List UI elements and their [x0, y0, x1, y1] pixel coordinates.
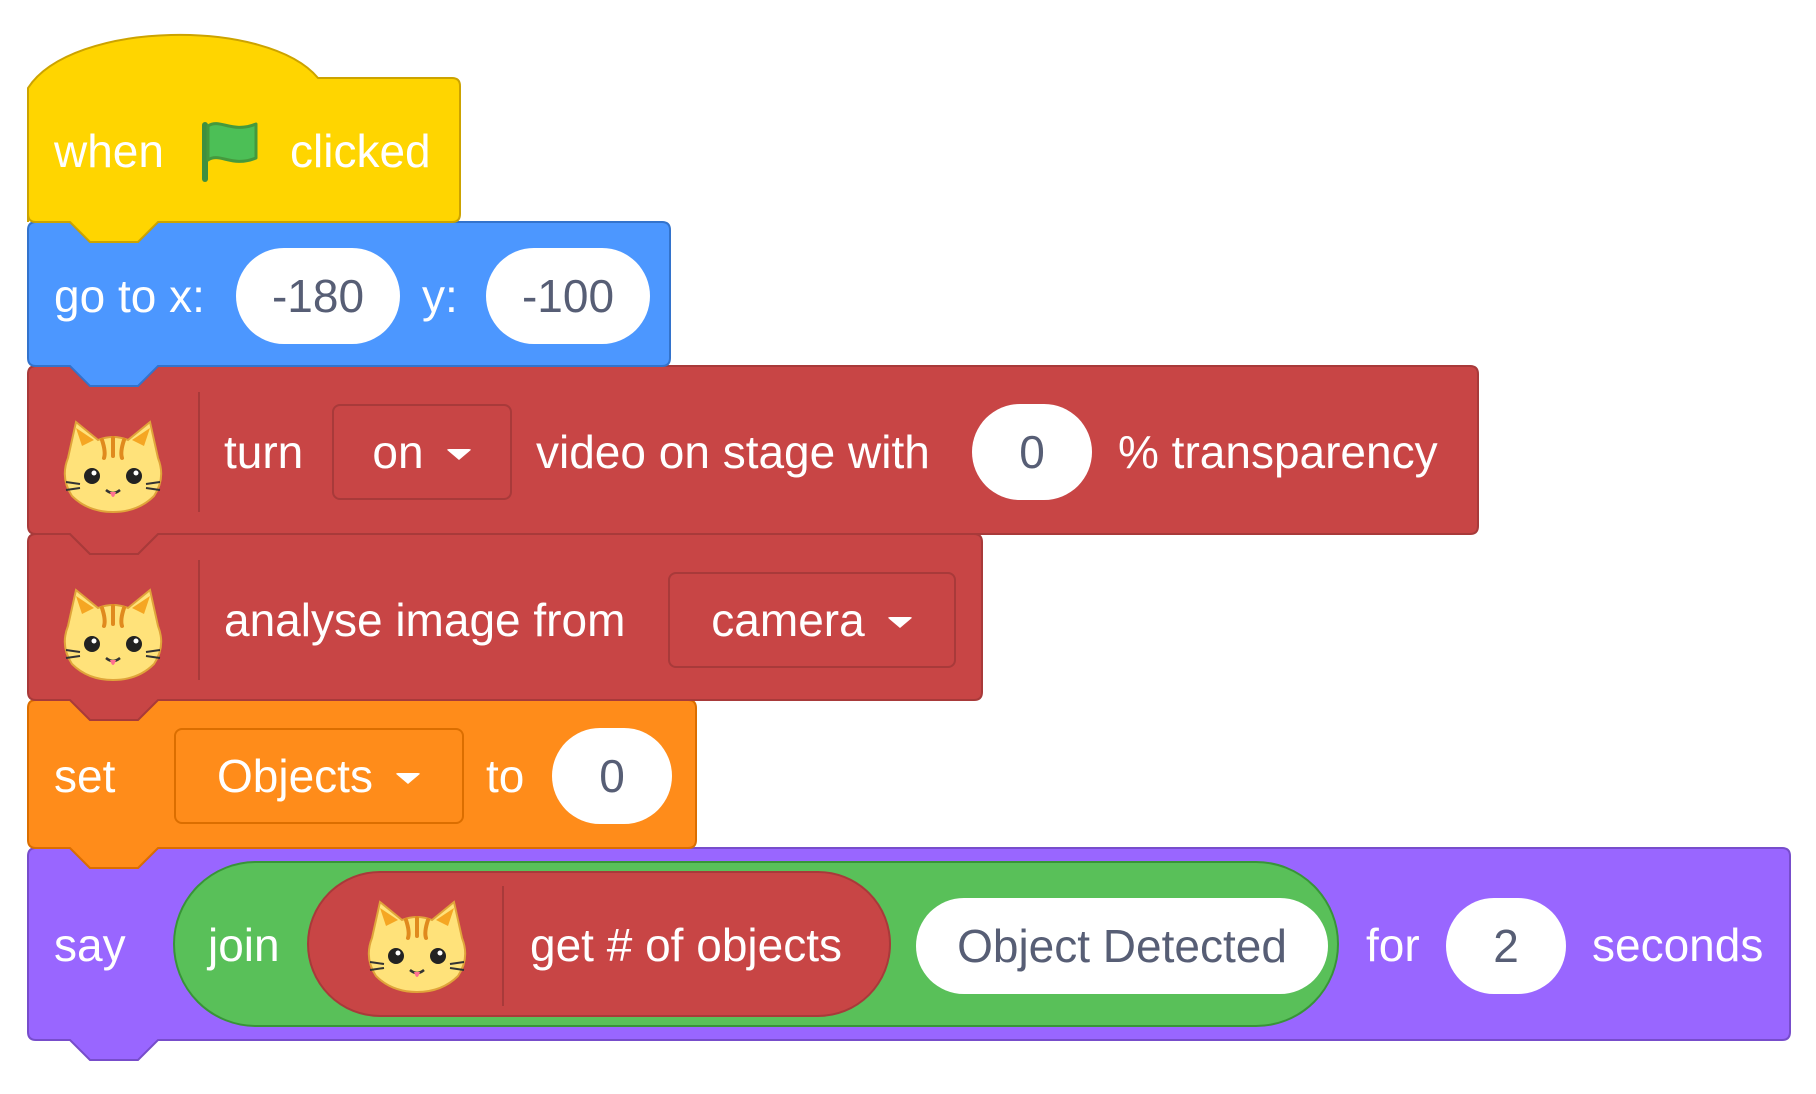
- cat-face-icon: [63, 588, 163, 682]
- video-state-dropdown[interactable]: on: [332, 404, 512, 500]
- set-variable-value: Objects: [217, 750, 373, 802]
- green-flag-icon: [202, 122, 258, 182]
- video-turn-label: turn: [224, 426, 304, 478]
- chevron-down-icon: [445, 448, 472, 460]
- join-text-input[interactable]: Object Detected: [916, 898, 1328, 994]
- video-end-label: % transparency: [1118, 426, 1438, 478]
- set-to-label: to: [486, 750, 525, 802]
- video-state-value: on: [372, 426, 424, 478]
- get-objects-label: get # of objects: [530, 919, 842, 971]
- video-transparency-input[interactable]: 0: [972, 404, 1092, 500]
- cat-face-icon: [63, 420, 163, 514]
- block-separator: [198, 560, 200, 680]
- say-label: say: [54, 919, 126, 971]
- hat-when-label: when: [54, 125, 164, 177]
- analyse-label: analyse image from: [224, 594, 626, 646]
- analyse-source-value: camera: [711, 594, 865, 646]
- set-variable-dropdown[interactable]: Objects: [174, 728, 464, 824]
- say-seconds-input[interactable]: 2: [1446, 898, 1566, 994]
- goto-y-label: y:: [422, 270, 458, 322]
- goto-y-input[interactable]: -100: [486, 248, 650, 344]
- cat-face-icon: [367, 900, 467, 994]
- goto-x-input[interactable]: -180: [236, 248, 400, 344]
- join-label: join: [208, 919, 280, 971]
- say-for-label: for: [1366, 919, 1420, 971]
- block-separator: [198, 392, 200, 512]
- goto-x-label: go to x:: [54, 270, 205, 322]
- block-separator: [502, 886, 504, 1006]
- hat-clicked-label: clicked: [290, 125, 431, 177]
- set-value-input[interactable]: 0: [552, 728, 672, 824]
- set-label: set: [54, 750, 116, 802]
- video-mid-label: video on stage with: [536, 426, 930, 478]
- analyse-source-dropdown[interactable]: camera: [668, 572, 956, 668]
- chevron-down-icon: [394, 772, 421, 784]
- chevron-down-icon: [886, 616, 913, 628]
- say-seconds-label: seconds: [1592, 919, 1764, 971]
